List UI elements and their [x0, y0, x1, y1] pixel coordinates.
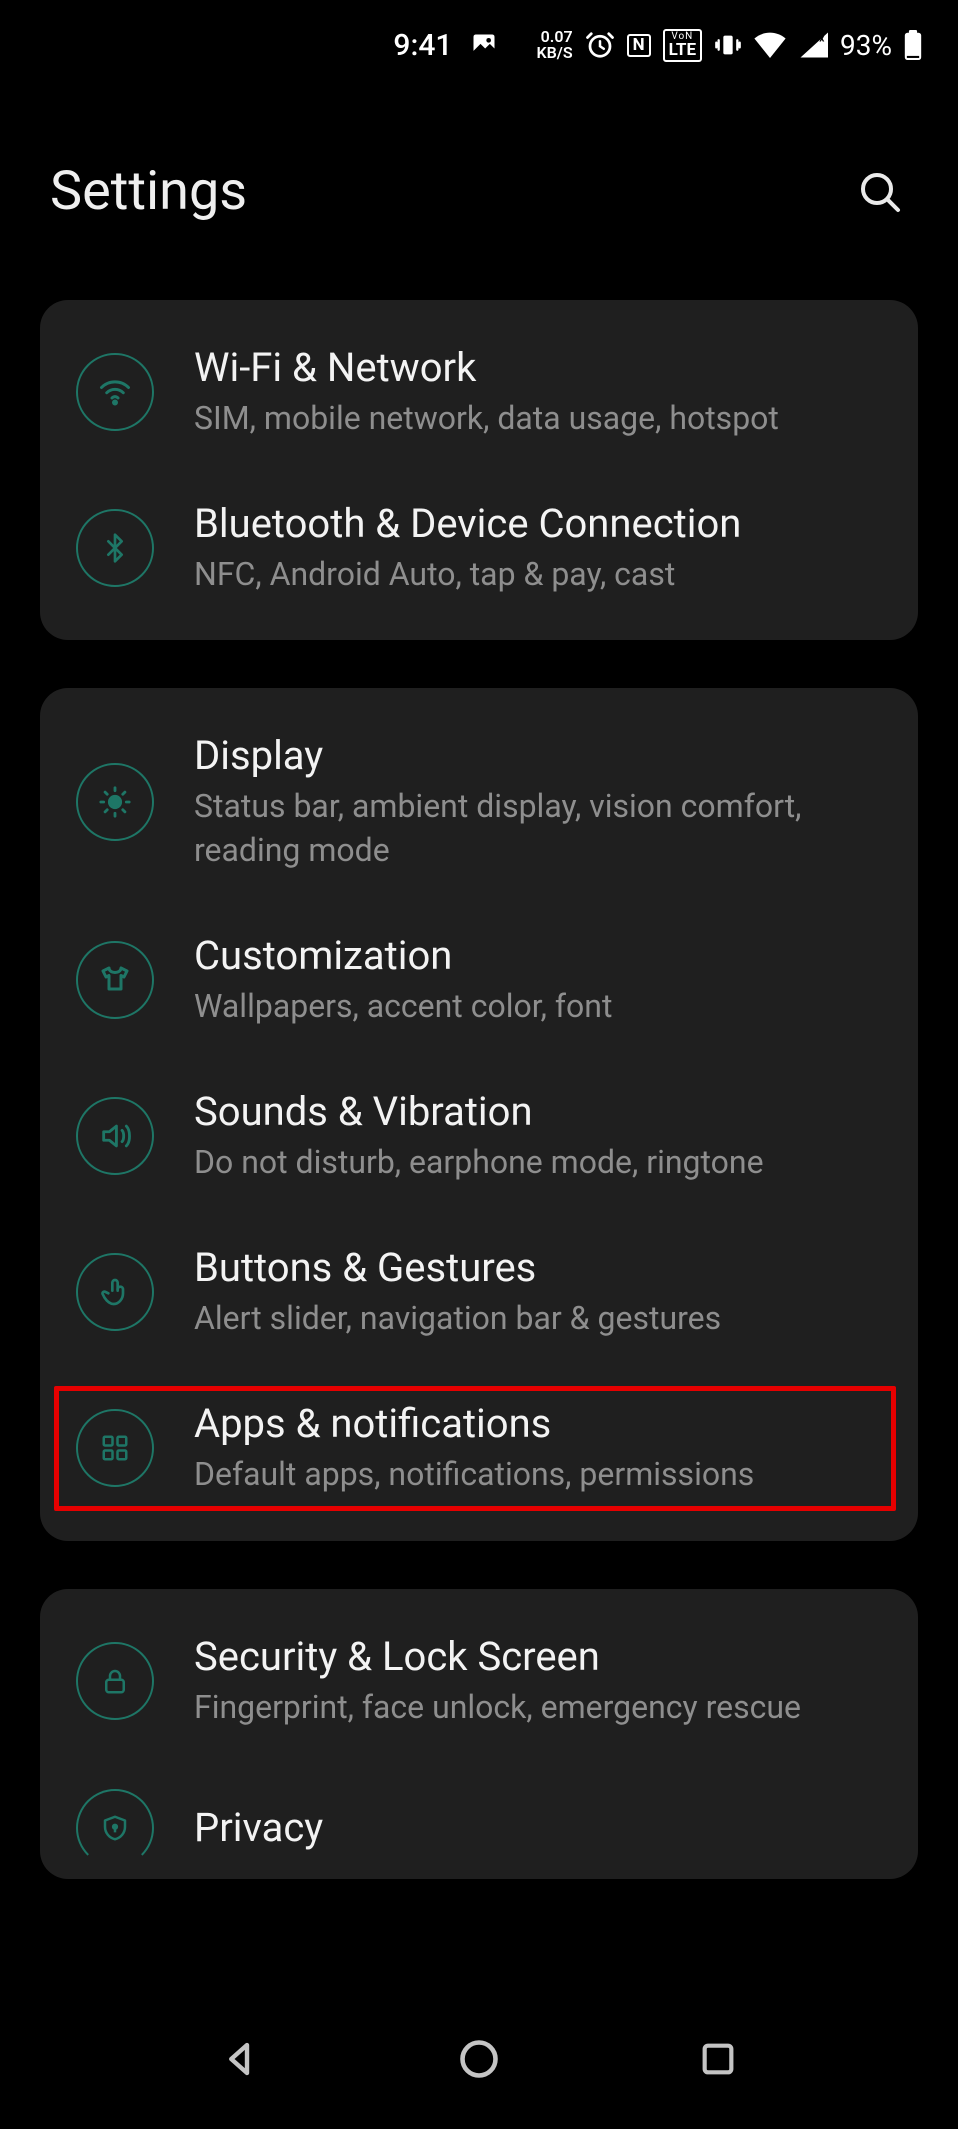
settings-item-wifi-network[interactable]: Wi-Fi & Network SIM, mobile network, dat…: [68, 340, 890, 444]
wifi-status-icon: [754, 32, 786, 58]
settings-content: Wi-Fi & Network SIM, mobile network, dat…: [0, 300, 958, 1879]
settings-item-sounds[interactable]: Sounds & Vibration Do not disturb, earph…: [68, 1084, 890, 1188]
home-icon: [457, 2037, 501, 2081]
search-icon: [856, 168, 904, 216]
item-subtitle: SIM, mobile network, data usage, hotspot: [194, 397, 779, 440]
recents-icon: [698, 2039, 738, 2079]
lock-icon: [76, 1642, 154, 1720]
battery-percentage: 93%: [840, 29, 892, 62]
item-title: Customization: [194, 932, 612, 979]
settings-item-customization[interactable]: Customization Wallpapers, accent color, …: [68, 928, 890, 1032]
signal-icon: x: [798, 32, 828, 58]
settings-item-security[interactable]: Security & Lock Screen Fingerprint, face…: [68, 1629, 890, 1733]
tshirt-icon: [76, 941, 154, 1019]
volte-icon: VoN LTE: [663, 29, 702, 62]
alarm-icon: [585, 30, 615, 60]
gesture-icon: [76, 1253, 154, 1331]
settings-item-apps-notifications[interactable]: Apps & notifications Default apps, notif…: [68, 1396, 890, 1500]
item-subtitle: NFC, Android Auto, tap & pay, cast: [194, 553, 741, 596]
nfc-icon: N: [627, 34, 651, 57]
nav-home-button[interactable]: [449, 2029, 509, 2089]
settings-group: Security & Lock Screen Fingerprint, face…: [40, 1589, 918, 1879]
page-header: Settings: [0, 160, 958, 223]
item-title: Apps & notifications: [194, 1400, 754, 1447]
settings-item-display[interactable]: Display Status bar, ambient display, vis…: [68, 728, 890, 875]
network-speed: 0.07 KB/S: [536, 29, 572, 61]
settings-group: Wi-Fi & Network SIM, mobile network, dat…: [40, 300, 918, 640]
settings-item-buttons-gestures[interactable]: Buttons & Gestures Alert slider, navigat…: [68, 1240, 890, 1344]
item-title: Bluetooth & Device Connection: [194, 500, 741, 547]
image-icon: [470, 31, 498, 59]
apps-icon: [76, 1409, 154, 1487]
navigation-bar: [0, 1989, 958, 2129]
vibrate-icon: [714, 31, 742, 59]
item-title: Buttons & Gestures: [194, 1244, 721, 1291]
item-subtitle: Default apps, notifications, permissions: [194, 1453, 754, 1496]
item-subtitle: Status bar, ambient display, vision comf…: [194, 785, 834, 871]
search-button[interactable]: [852, 164, 908, 220]
item-title: Privacy: [194, 1804, 323, 1851]
status-bar: 9:41 0.07 KB/S N VoN LTE x 93%: [0, 0, 958, 90]
shield-icon: [76, 1789, 154, 1867]
status-time: 9:41: [393, 28, 452, 63]
bluetooth-icon: [76, 509, 154, 587]
battery-icon: [904, 30, 922, 60]
page-title: Settings: [50, 160, 247, 223]
settings-item-privacy[interactable]: Privacy: [68, 1785, 890, 1871]
settings-item-bluetooth[interactable]: Bluetooth & Device Connection NFC, Andro…: [68, 496, 890, 600]
item-title: Wi-Fi & Network: [194, 344, 779, 391]
settings-group: Display Status bar, ambient display, vis…: [40, 688, 918, 1540]
item-subtitle: Fingerprint, face unlock, emergency resc…: [194, 1686, 801, 1729]
item-title: Display: [194, 732, 834, 779]
nav-back-button[interactable]: [210, 2029, 270, 2089]
item-title: Security & Lock Screen: [194, 1633, 801, 1680]
item-subtitle: Wallpapers, accent color, font: [194, 985, 612, 1028]
nav-recents-button[interactable]: [688, 2029, 748, 2089]
back-icon: [219, 2038, 261, 2080]
item-subtitle: Alert slider, navigation bar & gestures: [194, 1297, 721, 1340]
item-subtitle: Do not disturb, earphone mode, ringtone: [194, 1141, 764, 1184]
brightness-icon: [76, 763, 154, 841]
item-title: Sounds & Vibration: [194, 1088, 764, 1135]
wifi-icon: [76, 353, 154, 431]
sound-icon: [76, 1097, 154, 1175]
svg-text:x: x: [819, 33, 825, 44]
android-settings-screen: { "status_bar": { "time": "9:41", "kbs_t…: [0, 0, 958, 2129]
